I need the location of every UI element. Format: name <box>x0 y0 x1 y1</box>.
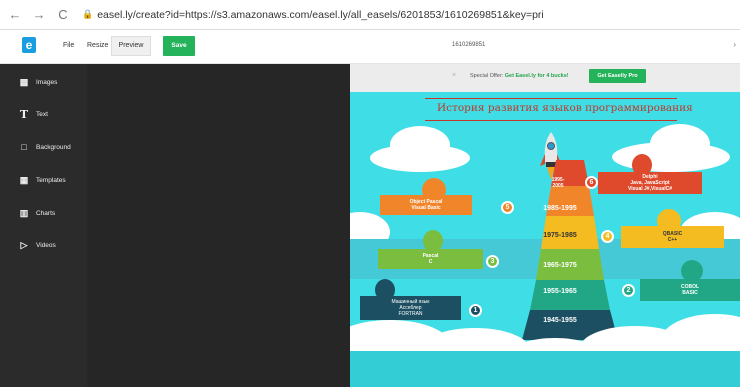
resize-menu[interactable]: Resize <box>87 42 108 49</box>
close-icon[interactable]: × <box>452 72 456 79</box>
sidebar-item-charts[interactable]: ▥ Charts <box>18 206 55 220</box>
document-title[interactable]: 1610269851 <box>452 42 485 48</box>
offer-bar: × Special Offer: Get Easel.ly for 4 buck… <box>350 68 740 86</box>
sidebar-item-label: Background <box>36 143 71 151</box>
offer-link[interactable]: Get Easel.ly for 4 bucks! <box>505 73 569 79</box>
text-icon: T <box>19 107 29 121</box>
get-pro-button[interactable]: Get Easelly Pro <box>589 69 646 83</box>
charts-icon: ▥ <box>19 207 29 218</box>
info-box-object-pascal[interactable]: Object Pascal Visual Basic <box>380 195 472 215</box>
pyramid-level-label[interactable]: 1965-1975 <box>535 262 585 269</box>
video-icon: ▷ <box>20 239 28 250</box>
easelly-logo[interactable]: e <box>22 37 36 53</box>
info-box-cobol[interactable]: COBOL BASIC <box>640 279 740 301</box>
sidebar-item-label: Images <box>36 78 58 86</box>
step-number-6: 6 <box>585 176 598 189</box>
offer-text: Special Offer: Get Easel.ly for 4 bucks! <box>470 73 569 79</box>
tool-panel <box>87 64 350 387</box>
forward-icon[interactable]: → <box>30 6 48 24</box>
pyramid-level-label[interactable]: 1975-1985 <box>536 232 584 239</box>
templates-icon: ▦ <box>19 174 29 185</box>
pyramid-level-label[interactable]: 1955-1965 <box>535 288 585 295</box>
sidebar-item-templates[interactable]: ▦ Templates <box>18 173 66 187</box>
chevron-right-icon[interactable]: › <box>733 40 736 49</box>
browser-toolbar: ← → C 🔒 easel.ly/create?id=https://s3.am… <box>0 0 740 30</box>
reload-icon[interactable]: C <box>54 6 72 24</box>
file-menu[interactable]: File <box>63 42 74 49</box>
bottom-band <box>350 351 740 387</box>
sidebar-item-label: Text <box>36 110 48 118</box>
address-bar[interactable]: easel.ly/create?id=https://s3.amazonaws.… <box>97 9 544 21</box>
tools-sidebar: ▩ Images T Text □ Background ▦ Templates… <box>0 64 87 387</box>
save-button[interactable]: Save <box>163 36 195 56</box>
image-icon: ▩ <box>19 76 29 87</box>
infographic-title[interactable]: История развития языков программирования <box>437 102 693 114</box>
step-number-5: 5 <box>501 201 514 214</box>
info-box-qbasic[interactable]: QBASIC C++ <box>621 226 724 248</box>
sidebar-item-images[interactable]: ▩ Images <box>18 75 58 89</box>
info-box-delphi[interactable]: Delphi Java, JavaScript Visual J#,Visual… <box>598 172 702 194</box>
title-rule <box>425 120 677 121</box>
sidebar-item-text[interactable]: T Text <box>18 107 48 121</box>
pyramid-level-label[interactable]: 1985-1995 <box>538 205 582 212</box>
background-icon: □ <box>21 142 27 152</box>
lock-icon: 🔒 <box>82 9 94 19</box>
pyramid-level-label[interactable]: 1995- 2005 <box>549 177 567 189</box>
info-box-pascal[interactable]: Pascal C <box>378 249 483 269</box>
back-icon[interactable]: ← <box>6 6 24 24</box>
step-number-1: 1 <box>469 304 482 317</box>
app-header: e File Resize Preview Save 1610269851 › <box>0 30 740 64</box>
step-number-4: 4 <box>601 230 614 243</box>
step-number-3: 3 <box>486 255 499 268</box>
step-number-2: 2 <box>622 284 635 297</box>
sidebar-item-label: Charts <box>36 209 56 217</box>
title-rule <box>425 98 677 99</box>
pyramid-level-label[interactable]: 1945-1955 <box>535 317 585 324</box>
preview-button[interactable]: Preview <box>111 36 151 56</box>
info-box-machine-code[interactable]: Машинный язык Ассеблер FORTRAN <box>360 296 461 320</box>
sidebar-item-label: Templates <box>36 176 66 184</box>
sidebar-item-label: Videos <box>36 241 56 249</box>
sidebar-item-background[interactable]: □ Background <box>18 140 71 154</box>
cloud <box>370 144 470 172</box>
infographic-canvas[interactable]: История развития языков программирования… <box>350 92 740 387</box>
sidebar-item-videos[interactable]: ▷ Videos <box>18 238 56 252</box>
